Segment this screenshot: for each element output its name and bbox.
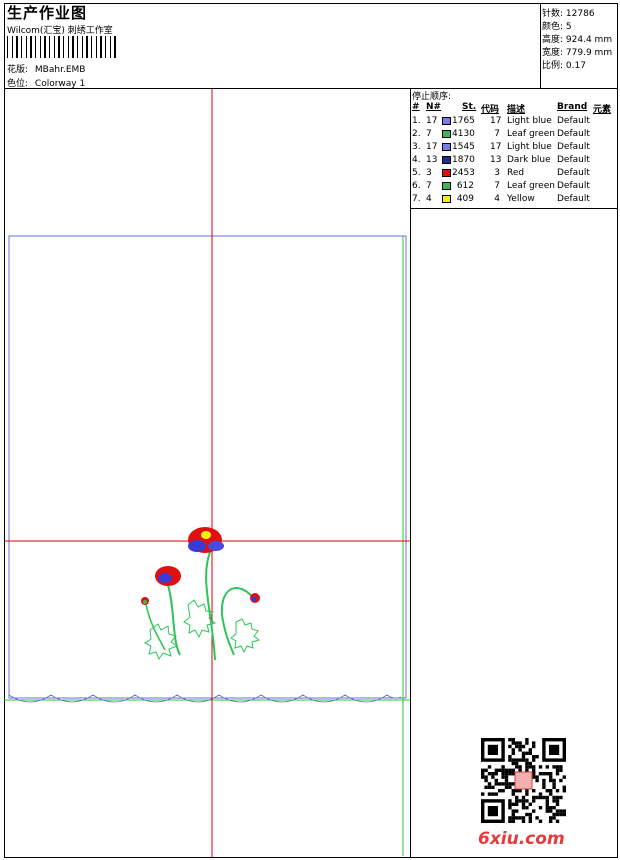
watermark-text: 6xiu.com — [478, 829, 565, 849]
qr-code — [481, 738, 566, 823]
poppy-embroidery — [141, 527, 261, 661]
scallop-border — [8, 694, 402, 703]
design-canvas — [4, 89, 566, 857]
design-bounds — [8, 235, 407, 699]
